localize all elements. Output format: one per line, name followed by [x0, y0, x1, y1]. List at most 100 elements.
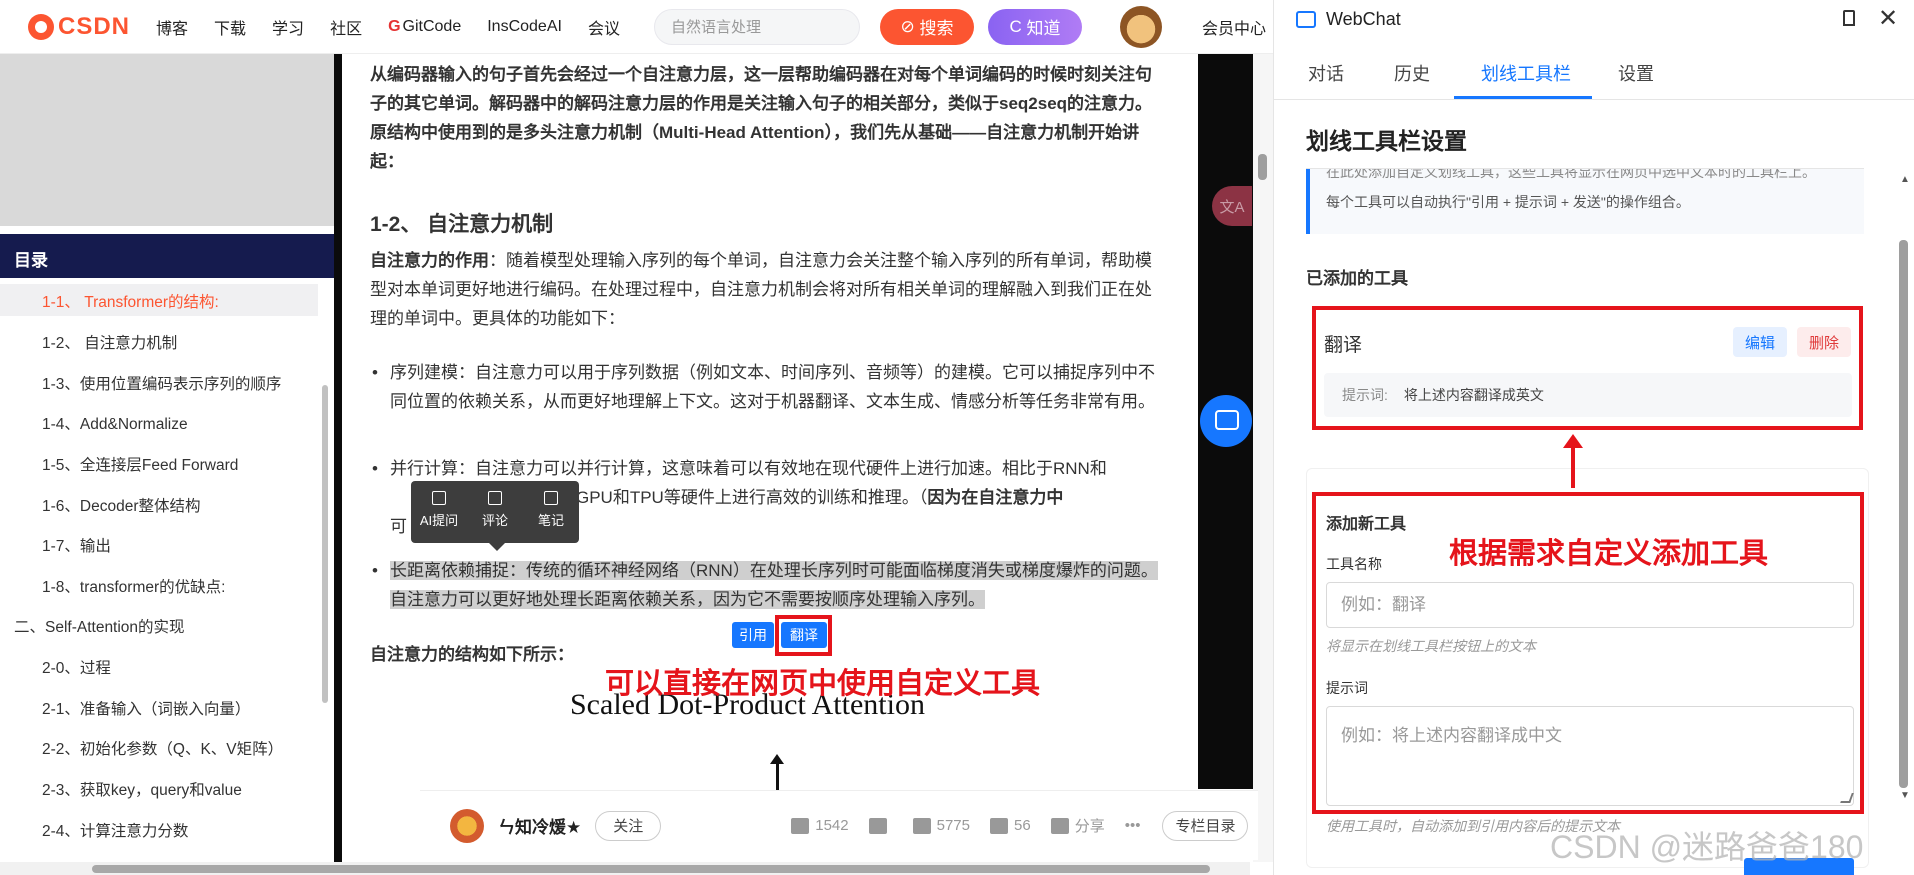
like-button[interactable]: 1542: [791, 817, 849, 834]
top-nav: CSDN 博客 下载 学习 社区 G GitCode InsCodeAI 会议 自…: [0, 0, 1273, 54]
article-body: 从编码器输入的句子首先会经过一个自注意力层，这一层帮助编码器在对每个单词编码的时…: [342, 54, 1198, 862]
bullet-long-range: 长距离依赖捕捉：传统的循环神经网络（RNN）在处理长序列时可能面临梯度消失或梯度…: [372, 556, 1170, 614]
comment-icon: [990, 817, 1008, 834]
table-of-contents: 目录 1-1、 Transformer的结构: 1-2、 自注意力机制 1-3、…: [0, 234, 334, 846]
translate-highlight-box: [775, 615, 832, 656]
more-button[interactable]: •••: [1125, 817, 1141, 834]
scroll-down-icon[interactable]: ▼: [1900, 790, 1910, 801]
tab-settings[interactable]: 设置: [1618, 60, 1654, 86]
toc-item[interactable]: 1-6、Decoder整体结构: [42, 494, 201, 516]
translate-fab[interactable]: 文A: [1212, 186, 1252, 226]
member-center-link[interactable]: 会员中心: [1202, 15, 1266, 39]
nav-blog[interactable]: 博客: [156, 15, 188, 39]
added-tools-title: 已添加的工具: [1306, 269, 1408, 288]
figure-arrow: [770, 754, 784, 790]
nav-learn[interactable]: 学习: [272, 15, 304, 39]
toc-item[interactable]: 2-4、计算注意力分数: [42, 819, 188, 841]
nav-inscodeai[interactable]: InsCodeAI: [487, 18, 562, 36]
settings-title: 划线工具栏设置: [1306, 128, 1467, 154]
tab-chat[interactable]: 对话: [1308, 60, 1344, 86]
author-toolbar: ㄣ知冷煖★ 关注 1542 5775 56 分享 ••• 专栏目录: [420, 790, 1258, 860]
note-button[interactable]: 笔记: [527, 491, 575, 543]
panel-header: WebChat: [1274, 0, 1914, 38]
sidebar-divider: [334, 54, 342, 862]
ai-ask-button[interactable]: AI提问: [415, 491, 463, 543]
bullet2-line3: 可: [390, 517, 407, 536]
bullet-sequence-modeling: 序列建模：自注意力可以用于序列数据（例如文本、时间序列、音频等）的建模。它可以捕…: [372, 358, 1170, 416]
nav-gitcode[interactable]: G GitCode: [388, 18, 461, 36]
horizontal-scrollbar[interactable]: [0, 862, 1250, 875]
toc-item[interactable]: 1-1、 Transformer的结构:: [42, 290, 219, 312]
tool-card-highlight: [1312, 306, 1863, 430]
bullet2-bold: 因为在自注意力中: [927, 488, 1064, 507]
panel-scrollbar-thumb[interactable]: [1899, 240, 1908, 788]
favorite-button[interactable]: 5775: [912, 817, 970, 834]
horizontal-scrollbar-thumb[interactable]: [92, 865, 1210, 873]
toc-item[interactable]: 1-7、输出: [42, 534, 111, 556]
gitcode-icon: G: [388, 17, 401, 35]
toc-item[interactable]: 1-4、Add&Normalize: [42, 412, 188, 434]
toc-scrollbar-thumb[interactable]: [322, 385, 328, 703]
page-scrollbar-thumb[interactable]: [1258, 154, 1267, 180]
share-button[interactable]: 分享: [1050, 815, 1105, 836]
know-button[interactable]: C 知道: [987, 8, 1082, 45]
annotation-left: 可以直接在网页中使用自定义工具: [605, 668, 1041, 700]
search-icon: ⊘: [900, 16, 920, 36]
info-box: 在此处添加自定义划线工具，这些工具将显示在网页中选中文本时的工具栏上。 每个工具…: [1306, 168, 1864, 234]
search-input[interactable]: 自然语言处理: [653, 8, 860, 45]
thumbs-up-icon: [791, 817, 810, 834]
toc-item[interactable]: 1-8、transformer的优缺点:: [42, 575, 225, 597]
comment-count-button[interactable]: 56: [990, 817, 1031, 834]
author-avatar[interactable]: [450, 808, 484, 843]
comment-icon: [488, 491, 502, 505]
selection-toolbar: AI提问 评论 笔记: [411, 481, 579, 551]
csdn-logo[interactable]: CSDN: [28, 13, 130, 41]
watermark: CSDN @迷路爸爸180: [1550, 829, 1864, 865]
user-avatar[interactable]: [1119, 5, 1162, 48]
pin-icon[interactable]: [1843, 10, 1855, 26]
role-paragraph: 自注意力的作用：随着模型处理输入序列的每个单词，自注意力会关注整个输入序列的所有…: [370, 246, 1166, 333]
tab-history[interactable]: 历史: [1394, 60, 1430, 86]
close-icon[interactable]: ✕: [1878, 4, 1898, 33]
webchat-fab[interactable]: [1200, 395, 1252, 447]
nav-meeting[interactable]: 会议: [588, 15, 620, 39]
column-toc-button[interactable]: 专栏目录: [1162, 810, 1249, 841]
search-button[interactable]: ⊘ 搜索: [879, 8, 974, 45]
author-name[interactable]: ㄣ知冷煖★: [498, 813, 581, 838]
toc-scrollbar[interactable]: [320, 290, 330, 840]
section-heading: 1-2、 自注意力机制: [370, 213, 554, 236]
annotation-right: 根据需求自定义添加工具: [1449, 538, 1769, 570]
quote-tool-button[interactable]: 引用: [732, 622, 774, 648]
follow-button[interactable]: 关注: [595, 810, 662, 841]
bullet2-line1: 并行计算：自注意力可以并行计算，这意味着可以有效地在现代硬件上进行加速。相比于R…: [390, 459, 1107, 478]
panel-title: WebChat: [1326, 8, 1401, 29]
toc-item[interactable]: 2-1、准备输入（词嵌入向量）: [42, 697, 250, 719]
toc-item[interactable]: 2-0、过程: [42, 656, 111, 678]
toc-item[interactable]: 二、Self-Attention的实现: [14, 615, 185, 637]
webchat-panel: WebChat ✕ 对话 历史 划线工具栏 设置 划线工具栏设置 在此处添加自定…: [1273, 0, 1914, 875]
panel-scrollbar[interactable]: [1896, 170, 1910, 790]
sidebar-placeholder: [0, 54, 334, 226]
info-text: 每个工具可以自动执行"引用 + 提示词 + 发送"的操作组合。: [1326, 194, 1690, 210]
role-label: 自注意力的作用: [370, 251, 489, 270]
page-scrollbar[interactable]: [1253, 54, 1273, 862]
webchat-icon: [1296, 10, 1316, 28]
toc-item[interactable]: 2-2、初始化参数（Q、K、V矩阵）: [42, 737, 283, 759]
selected-text[interactable]: 长距离依赖捕捉：传统的循环神经网络（RNN）在处理长序列时可能面临梯度消失或梯度…: [390, 561, 1158, 609]
toc-item[interactable]: 1-3、使用位置编码表示序列的顺序: [42, 372, 281, 394]
tab-selection-toolbar[interactable]: 划线工具栏: [1481, 60, 1571, 86]
share-icon: [1050, 817, 1069, 834]
know-icon: C: [1009, 16, 1027, 36]
toc-item[interactable]: 2-3、获取key，query和value: [42, 778, 242, 800]
thumbs-down-icon: [868, 817, 887, 834]
nav-community[interactable]: 社区: [330, 15, 362, 39]
annotation-arrow: [1563, 434, 1583, 488]
toc-item[interactable]: 1-2、 自注意力机制: [42, 331, 177, 353]
dislike-button[interactable]: [868, 817, 893, 834]
star-icon: [912, 817, 931, 834]
csdn-logo-icon: [28, 13, 54, 40]
nav-download[interactable]: 下载: [214, 15, 246, 39]
comment-button[interactable]: 评论: [471, 491, 519, 543]
toc-item[interactable]: 1-5、全连接层Feed Forward: [42, 453, 238, 475]
toc-title: 目录: [0, 234, 334, 278]
